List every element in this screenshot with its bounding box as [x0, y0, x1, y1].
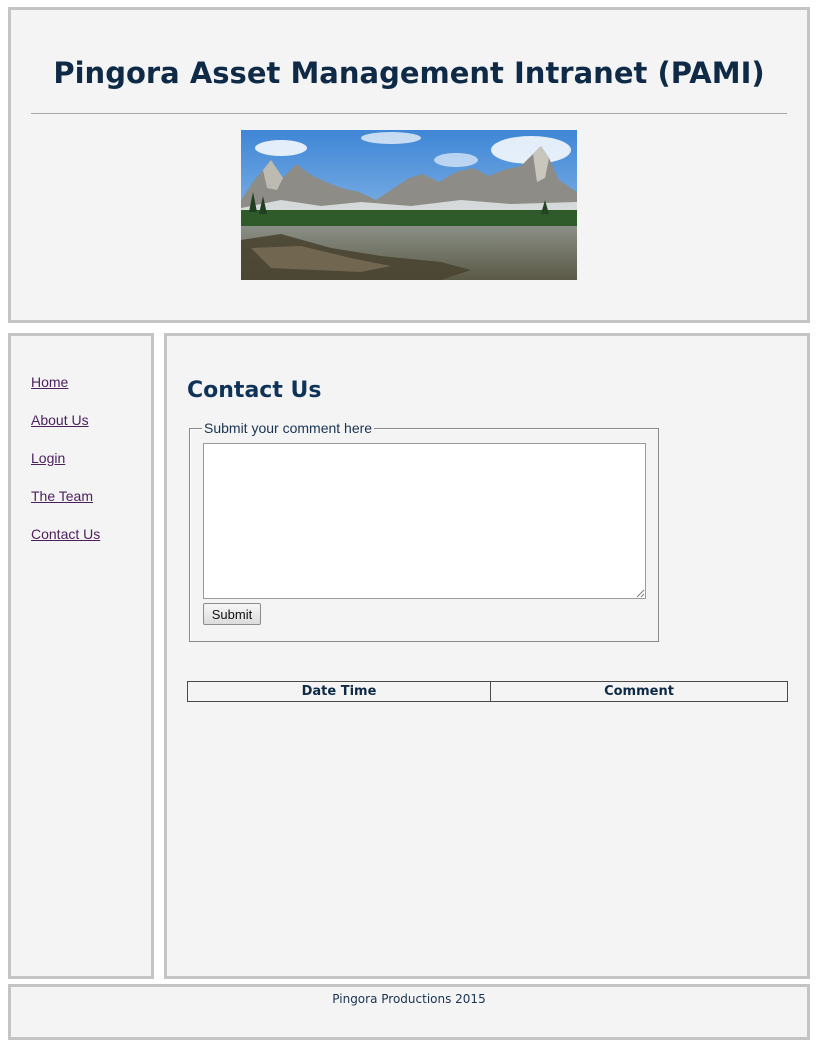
nav-link-home[interactable]: Home [31, 374, 68, 390]
comments-table: Date Time Comment [187, 681, 788, 702]
comment-form-legend: Submit your comment here [202, 420, 375, 436]
header-panel: Pingora Asset Management Intranet (PAMI) [8, 7, 810, 323]
comment-form-fieldset: Submit your comment here Submit [189, 420, 659, 642]
nav-link-login[interactable]: Login [31, 450, 65, 466]
sidebar-nav: Home About Us Login The Team Contact Us [8, 333, 154, 979]
resize-grip-icon[interactable] [636, 589, 645, 598]
submit-button[interactable]: Submit [203, 603, 261, 625]
header-divider [31, 113, 787, 114]
site-title: Pingora Asset Management Intranet (PAMI) [53, 56, 765, 90]
banner-image [241, 130, 577, 280]
main-content: Contact Us Submit your comment here Subm… [164, 333, 810, 979]
comment-textarea[interactable] [203, 443, 646, 599]
nav-link-about-us[interactable]: About Us [31, 412, 89, 428]
footer-panel: Pingora Productions 2015 [8, 984, 810, 1040]
column-header-date-time: Date Time [187, 681, 491, 702]
table-header-row: Date Time Comment [187, 681, 788, 702]
nav-link-the-team[interactable]: The Team [31, 488, 93, 504]
column-header-comment: Comment [490, 681, 788, 702]
nav-link-contact-us[interactable]: Contact Us [31, 526, 100, 542]
footer-copyright: Pingora Productions 2015 [332, 992, 486, 1006]
page-title: Contact Us [187, 378, 322, 403]
